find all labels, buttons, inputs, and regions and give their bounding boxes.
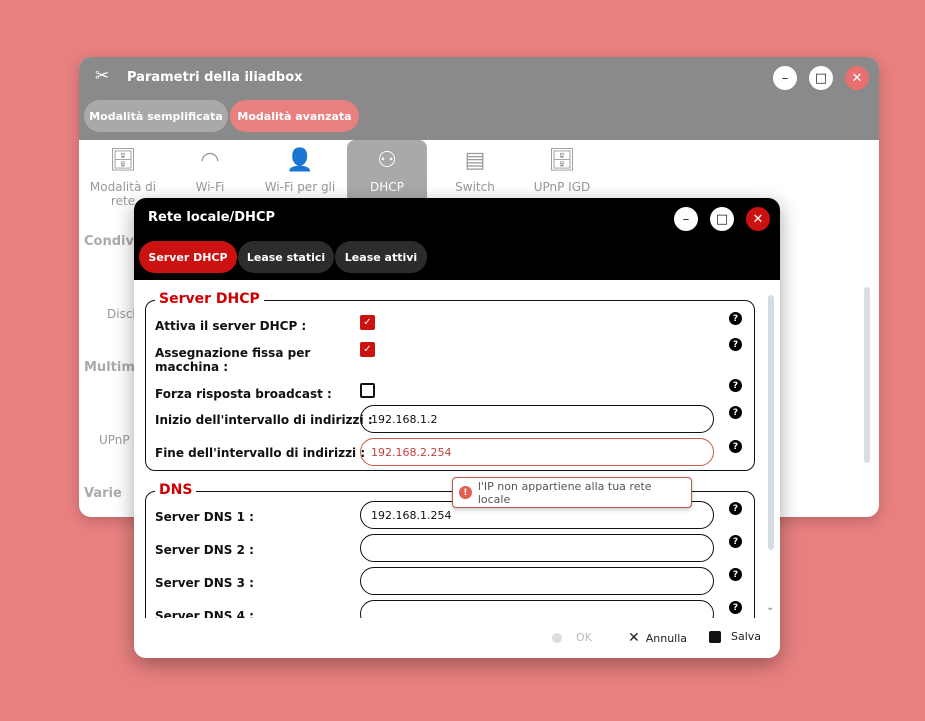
maximize-button[interactable]: □ [710,207,734,231]
help-icon[interactable]: ? [729,535,742,548]
enable-checkbox[interactable]: ✓ [360,315,375,330]
mode-simple-tab[interactable]: Modalità semplificata [84,100,228,132]
mode-advanced-tab[interactable]: Modalità avanzata [230,100,359,132]
close-button[interactable]: ✕ [845,66,869,90]
nav-label: Wi-Fi [195,180,225,194]
cancel-label: Annulla [645,631,688,645]
close-button[interactable]: ✕ [746,207,770,231]
minimize-button[interactable]: – [773,66,797,90]
help-icon[interactable]: ? [729,312,742,325]
start-label: Inizio dell'intervallo di indirizzi : [155,413,373,427]
dns3-label: Server DNS 3 : [155,576,254,590]
switch-icon: ▤ [464,147,486,173]
fixed-checkbox[interactable]: ✓ [360,342,375,357]
floppy-icon [709,630,721,643]
guest-wifi-icon: 👤 [286,147,314,173]
save-label: Salva [731,630,762,643]
tab-active-leases[interactable]: Lease attivi [335,241,427,273]
cancel-button[interactable]: ✕ Annulla [628,630,687,646]
error-text: l'IP non appartiene alla tua rete locale [477,479,652,506]
nav-upnp-igd[interactable]: 🗄 UPnP IGD [522,140,602,200]
x-icon: ✕ [628,630,640,646]
maximize-button[interactable]: □ [809,66,833,90]
tab-server-dhcp[interactable]: Server DHCP [139,241,237,273]
dns3-input[interactable] [360,567,714,595]
broadcast-label: Forza risposta broadcast : [155,387,332,401]
nav-dhcp[interactable]: ⚇ DHCP [347,140,427,200]
help-icon[interactable]: ? [729,601,742,614]
tab-static-leases[interactable]: Lease statici [238,241,334,273]
nav-label: Switch [455,180,495,194]
nav-label: DHCP [370,180,404,194]
help-icon[interactable]: ? [729,338,742,351]
minimize-button[interactable]: – [674,207,698,231]
error-tooltip: ! l'IP non appartiene alla tua rete loca… [452,477,692,508]
ok-label: OK [576,631,592,644]
save-button[interactable]: Salva [709,630,761,643]
error-icon: ! [459,486,472,499]
scrollbar-thumb[interactable] [768,295,774,550]
nav-label: UPnP IGD [533,180,591,194]
fixed-label: Assegnazione fissa per macchina : [155,346,311,374]
scroll-down-icon[interactable]: ⌄ [766,602,774,613]
network-tree-icon: ⚇ [377,147,397,173]
nav-network-mode[interactable]: 🗄 Modalità di rete [83,140,163,209]
dns2-input[interactable] [360,534,714,562]
end-label: Fine dell'intervallo di indirizzi : [155,446,366,460]
help-icon[interactable]: ? [729,440,742,453]
dhcp-dialog: Rete locale/DHCP – □ ✕ Server DHCP Lease… [134,198,780,658]
ok-icon [552,632,562,643]
tools-icon: ✂ [95,66,110,86]
server-icon: 🗄 [109,147,137,173]
end-input[interactable]: 192.168.2.254 [360,438,714,466]
section-heading: Varie [84,486,122,501]
wifi-icon: ◠ [200,147,220,173]
server-icon: 🗄 [548,147,576,173]
help-icon[interactable]: ? [729,568,742,581]
window-title: Parametri della iliadbox [127,70,303,85]
nav-switch[interactable]: ▤ Switch [435,140,515,200]
dns2-label: Server DNS 2 : [155,543,254,557]
dns1-label: Server DNS 1 : [155,510,254,524]
ok-button[interactable]: OK [552,631,592,644]
broadcast-checkbox[interactable] [360,383,375,398]
section-heading: Condivi [84,234,139,249]
help-icon[interactable]: ? [729,406,742,419]
help-icon[interactable]: ? [729,502,742,515]
enable-label: Attiva il server DHCP : [155,319,307,333]
nav-guest-wifi[interactable]: 👤 Wi-Fi per gli [256,140,344,200]
nav-label: Wi-Fi per gli [264,180,336,194]
dialog-title: Rete locale/DHCP [148,210,276,225]
help-icon[interactable]: ? [729,379,742,392]
start-input[interactable]: 192.168.1.2 [360,405,714,433]
scrollbar[interactable] [864,287,870,463]
dns-legend: DNS [155,482,197,498]
dhcp-legend: Server DHCP [155,291,264,307]
nav-wifi[interactable]: ◠ Wi-Fi [170,140,250,200]
